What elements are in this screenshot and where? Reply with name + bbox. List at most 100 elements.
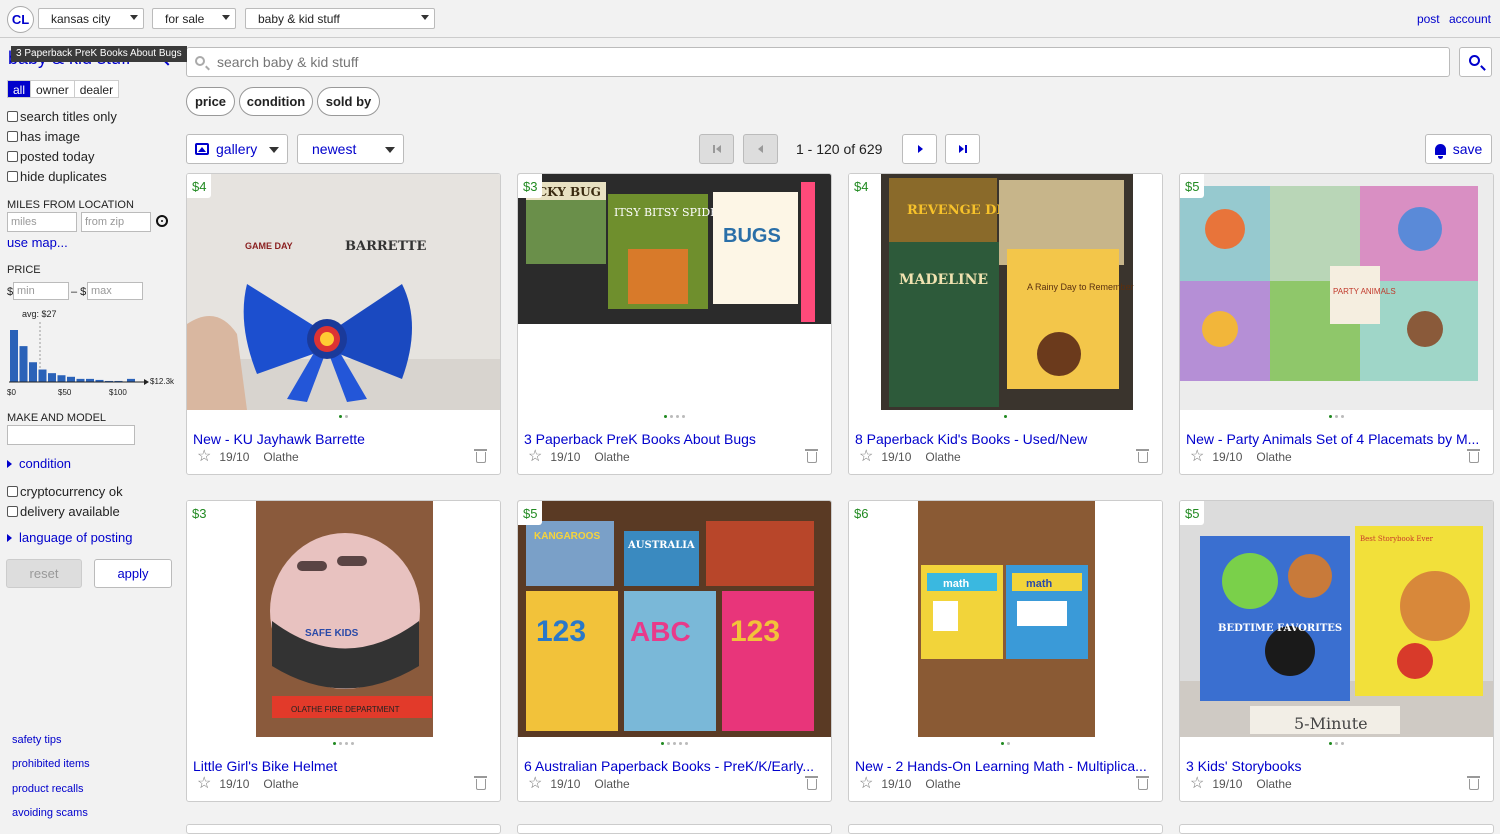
image-dot[interactable]	[661, 742, 664, 745]
image-dot[interactable]	[673, 742, 676, 745]
listing-image[interactable]: BEDTIME FAVORITES Best Storybook Ever 5-…	[1180, 501, 1493, 737]
search-titles-checkbox[interactable]: search titles only	[7, 109, 117, 124]
trash-icon[interactable]	[474, 449, 487, 463]
first-page-button[interactable]	[699, 134, 734, 164]
trash-icon[interactable]	[1467, 449, 1480, 463]
category-type-select[interactable]: for sale	[152, 8, 236, 29]
delivery-checkbox[interactable]: delivery available	[7, 504, 120, 519]
image-dot[interactable]	[685, 742, 688, 745]
seller-filter-owner[interactable]: owner	[31, 81, 75, 97]
trash-icon[interactable]	[1136, 776, 1149, 790]
listing-title[interactable]: New - KU Jayhawk Barrette	[193, 431, 493, 447]
listing-image[interactable]: REVENGE DINOTRUX MADELINE A Rainy Day to…	[849, 174, 1162, 410]
trash-icon[interactable]	[805, 776, 818, 790]
listing-title[interactable]: New - 2 Hands-On Learning Math - Multipl…	[855, 758, 1155, 774]
star-icon[interactable]: ☆	[528, 449, 542, 465]
sold-by-filter-pill[interactable]: sold by	[317, 87, 380, 116]
sort-dropdown[interactable]: newest	[297, 134, 404, 164]
previous-page-button[interactable]	[743, 134, 778, 164]
miles-input[interactable]: miles	[7, 212, 77, 232]
apply-button[interactable]: apply	[94, 559, 172, 588]
avoiding-scams-link[interactable]: avoiding scams	[12, 807, 88, 819]
image-dot[interactable]	[351, 742, 354, 745]
safety-tips-link[interactable]: safety tips	[12, 734, 62, 746]
listing-title[interactable]: 6 Australian Paperback Books - PreK/K/Ea…	[524, 758, 824, 774]
star-icon[interactable]: ☆	[859, 776, 873, 792]
listing-title[interactable]: 3 Paperback PreK Books About Bugs	[524, 431, 824, 447]
listing-card[interactable]	[186, 824, 501, 834]
trash-icon[interactable]	[1136, 449, 1149, 463]
prohibited-items-link[interactable]: prohibited items	[12, 758, 90, 770]
listing-card[interactable]: math math $6 New - 2 Hands-On Learning M…	[848, 500, 1163, 802]
seller-filter-all[interactable]: all	[8, 81, 32, 97]
listing-card[interactable]: REVENGE DINOTRUX MADELINE A Rainy Day to…	[848, 173, 1163, 475]
category-select[interactable]: baby & kid stuff	[245, 8, 435, 29]
listing-title[interactable]: Little Girl's Bike Helmet	[193, 758, 493, 774]
condition-link[interactable]: condition	[7, 456, 71, 471]
listing-card[interactable]: BEDTIME FAVORITES Best Storybook Ever 5-…	[1179, 500, 1494, 802]
zip-input[interactable]: from zip	[81, 212, 151, 232]
image-dot[interactable]	[664, 415, 667, 418]
image-dot[interactable]	[1007, 742, 1010, 745]
post-link[interactable]: post	[1417, 12, 1440, 26]
image-dot[interactable]	[682, 415, 685, 418]
next-page-button[interactable]	[902, 134, 937, 164]
last-page-button[interactable]	[945, 134, 980, 164]
locate-icon[interactable]	[156, 215, 168, 227]
posted-today-checkbox[interactable]: posted today	[7, 149, 94, 164]
image-dot[interactable]	[333, 742, 336, 745]
use-map-link[interactable]: use map...	[7, 235, 68, 250]
listing-card[interactable]	[1179, 824, 1494, 834]
price-histogram[interactable]: avg: $27 $12.3k $0 $50 $100	[7, 305, 179, 405]
listing-image[interactable]: math math	[849, 501, 1162, 737]
search-box[interactable]	[186, 47, 1450, 77]
listing-card[interactable]	[848, 824, 1163, 834]
view-mode-dropdown[interactable]: gallery	[186, 134, 288, 164]
price-min-input[interactable]: min	[13, 282, 69, 300]
account-link[interactable]: account	[1449, 12, 1491, 26]
listing-image[interactable]: SAFE KIDS OLATHE FIRE DEPARTMENT	[187, 501, 500, 737]
image-dot[interactable]	[1335, 742, 1338, 745]
listing-card[interactable]: PARTY ANIMALS $5 New - Party Animals Set…	[1179, 173, 1494, 475]
image-dot[interactable]	[339, 742, 342, 745]
condition-filter-pill[interactable]: condition	[239, 87, 313, 116]
star-icon[interactable]: ☆	[1190, 449, 1204, 465]
image-dot[interactable]	[339, 415, 342, 418]
image-dot[interactable]	[1001, 742, 1004, 745]
listing-image[interactable]: BARRETTE GAME DAY	[187, 174, 500, 410]
listing-image[interactable]: PARTY ANIMALS	[1180, 174, 1493, 410]
cryptocurrency-checkbox[interactable]: cryptocurrency ok	[7, 484, 123, 499]
reset-button[interactable]: reset	[6, 559, 82, 588]
image-dot[interactable]	[679, 742, 682, 745]
make-model-input[interactable]	[7, 425, 135, 445]
search-button[interactable]	[1459, 47, 1492, 77]
star-icon[interactable]: ☆	[1190, 776, 1204, 792]
price-max-input[interactable]: max	[87, 282, 143, 300]
trash-icon[interactable]	[474, 776, 487, 790]
image-dot[interactable]	[667, 742, 670, 745]
trash-icon[interactable]	[1467, 776, 1480, 790]
listing-image[interactable]: ICKY BUG ITSY BITSY SPIDER BUGS	[518, 174, 831, 410]
listing-card[interactable]: BARRETTE GAME DAY $4 New - KU Jayhawk Ba…	[186, 173, 501, 475]
image-dot[interactable]	[676, 415, 679, 418]
star-icon[interactable]: ☆	[197, 776, 211, 792]
checkbox-box[interactable]	[7, 151, 18, 162]
listing-card[interactable]: ICKY BUG ITSY BITSY SPIDER BUGS $3 3 Pap…	[517, 173, 832, 475]
checkbox-box[interactable]	[7, 131, 18, 142]
listing-title[interactable]: 8 Paperback Kid's Books - Used/New	[855, 431, 1155, 447]
listing-card[interactable]: KANGAROOS AUSTRALIA 123 ABC 123 $5 6 Aus…	[517, 500, 832, 802]
listing-card[interactable]	[517, 824, 832, 834]
listing-title[interactable]: 3 Kids' Storybooks	[1186, 758, 1486, 774]
search-input[interactable]	[215, 52, 1415, 72]
image-dot[interactable]	[670, 415, 673, 418]
image-dot[interactable]	[345, 415, 348, 418]
seller-filter-dealer[interactable]: dealer	[75, 81, 118, 97]
image-dot[interactable]	[1341, 742, 1344, 745]
checkbox-box[interactable]	[7, 486, 18, 497]
trash-icon[interactable]	[805, 449, 818, 463]
craigslist-logo[interactable]: CL	[7, 6, 34, 33]
language-link[interactable]: language of posting	[7, 530, 132, 545]
image-dot[interactable]	[1004, 415, 1007, 418]
star-icon[interactable]: ☆	[859, 449, 873, 465]
listing-image[interactable]: KANGAROOS AUSTRALIA 123 ABC 123	[518, 501, 831, 737]
